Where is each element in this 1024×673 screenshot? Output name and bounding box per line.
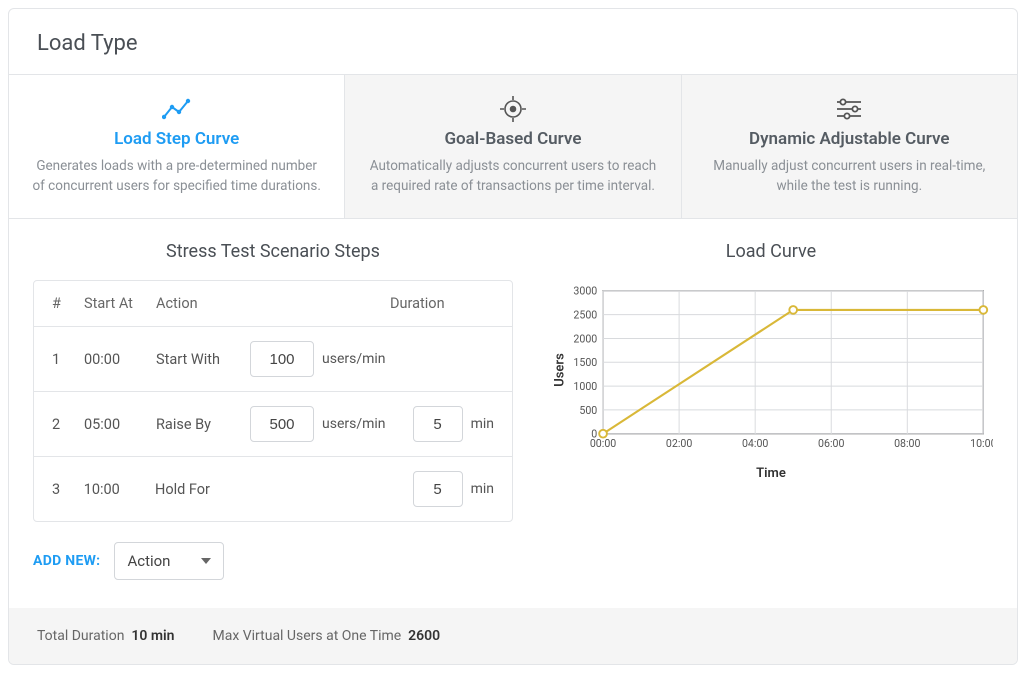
- steps-title: Stress Test Scenario Steps: [33, 241, 513, 262]
- step-duration-input[interactable]: [413, 406, 463, 442]
- tab-title: Goal-Based Curve: [367, 129, 658, 149]
- col-head-action: Action: [156, 295, 250, 312]
- svg-text:2000: 2000: [573, 332, 597, 345]
- step-duration-unit: min: [471, 481, 494, 497]
- step-action: Hold For: [155, 481, 248, 498]
- add-new-row: ADD NEW: Action: [33, 542, 513, 580]
- x-axis-label: Time: [549, 466, 993, 481]
- step-action: Raise By: [156, 416, 250, 433]
- step-duration-input[interactable]: [413, 471, 463, 507]
- steps-section: Stress Test Scenario Steps # Start At Ac…: [33, 241, 513, 580]
- svg-text:00:00: 00:00: [590, 437, 616, 450]
- tab-description: Automatically adjusts concurrent users t…: [367, 157, 658, 196]
- step-value-input[interactable]: [250, 341, 314, 377]
- svg-text:08:00: 08:00: [894, 437, 920, 450]
- step-start: 10:00: [84, 481, 155, 498]
- sliders-icon: [704, 93, 995, 125]
- svg-text:3000: 3000: [573, 285, 597, 298]
- col-head-start: Start At: [84, 295, 156, 312]
- panel-title: Load Type: [9, 9, 1017, 74]
- col-head-duration: Duration: [390, 295, 494, 312]
- svg-text:1000: 1000: [573, 380, 597, 393]
- step-row: 310:00Hold For min: [34, 456, 512, 521]
- step-num: 2: [52, 416, 84, 433]
- chevron-down-icon: [201, 558, 211, 564]
- svg-text:10:00: 10:00: [970, 437, 993, 450]
- load-type-panel: Load Type Load Step Curve Generates load…: [8, 8, 1018, 665]
- step-start: 00:00: [84, 351, 156, 368]
- col-head-num: #: [52, 295, 84, 312]
- step-num: 3: [52, 481, 84, 498]
- svg-text:04:00: 04:00: [742, 437, 768, 450]
- load-curve-chart: Users 05001000150020002500300000:0002:00…: [549, 280, 993, 460]
- tab-title: Load Step Curve: [31, 129, 322, 149]
- svg-text:500: 500: [579, 404, 597, 417]
- select-value: Action: [127, 552, 170, 570]
- chart-section: Load Curve Users 05001000150020002500300…: [549, 241, 993, 580]
- load-type-tabs: Load Step Curve Generates loads with a p…: [9, 74, 1017, 219]
- line-chart-icon: [31, 93, 322, 125]
- step-unit: users/min: [322, 351, 406, 367]
- y-axis-label: Users: [552, 353, 567, 387]
- total-duration: Total Duration 10 min: [37, 628, 174, 644]
- add-new-action-select[interactable]: Action: [114, 542, 224, 580]
- step-unit: users/min: [322, 416, 406, 432]
- tab-description: Generates loads with a pre-determined nu…: [31, 157, 322, 196]
- tab-dynamic-adjustable-curve[interactable]: Dynamic Adjustable Curve Manually adjust…: [682, 75, 1017, 218]
- steps-table: # Start At Action Duration 100:00Start W…: [33, 280, 513, 522]
- svg-text:06:00: 06:00: [818, 437, 844, 450]
- chart-title: Load Curve: [549, 241, 993, 262]
- tab-title: Dynamic Adjustable Curve: [704, 129, 995, 149]
- add-new-label: ADD NEW:: [33, 553, 100, 569]
- tab-description: Manually adjust concurrent users in real…: [704, 157, 995, 196]
- step-value-input[interactable]: [250, 406, 314, 442]
- target-icon: [367, 93, 658, 125]
- steps-header-row: # Start At Action Duration: [34, 281, 512, 327]
- step-row: 205:00Raise By users/min min: [34, 391, 512, 456]
- tab-goal-based-curve[interactable]: Goal-Based Curve Automatically adjusts c…: [345, 75, 681, 218]
- max-virtual-users: Max Virtual Users at One Time 2600: [212, 628, 440, 644]
- svg-text:1500: 1500: [573, 356, 597, 369]
- tab-load-step-curve[interactable]: Load Step Curve Generates loads with a p…: [9, 75, 345, 218]
- step-row: 100:00Start With users/min: [34, 327, 512, 391]
- step-duration-unit: min: [471, 416, 494, 432]
- step-action: Start With: [156, 351, 250, 368]
- svg-text:02:00: 02:00: [666, 437, 692, 450]
- summary-footer: Total Duration 10 min Max Virtual Users …: [9, 608, 1017, 664]
- svg-text:2500: 2500: [573, 309, 597, 322]
- step-num: 1: [52, 351, 84, 368]
- step-start: 05:00: [84, 416, 156, 433]
